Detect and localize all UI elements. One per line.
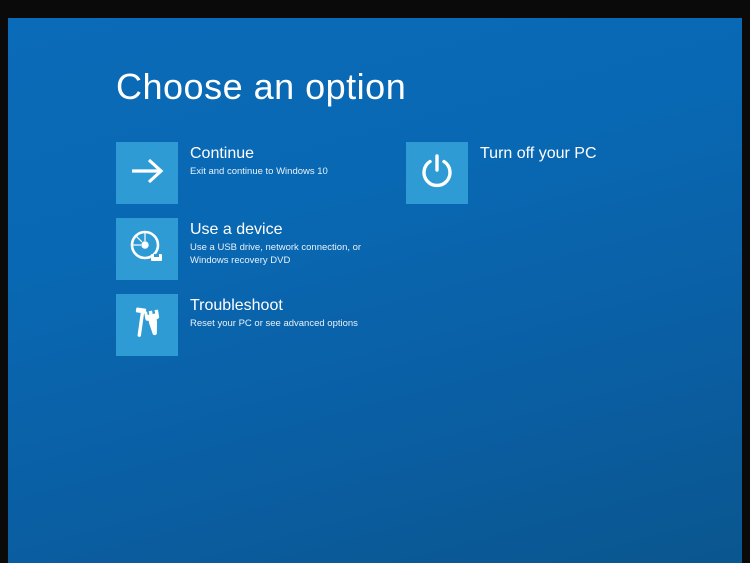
troubleshoot-tile: [116, 294, 178, 356]
troubleshoot-title: Troubleshoot: [190, 296, 358, 315]
disc-icon: [127, 227, 167, 272]
arrow-right-icon: [127, 151, 167, 196]
page-title: Choose an option: [116, 66, 742, 108]
troubleshoot-text: Troubleshoot Reset your PC or see advanc…: [190, 294, 358, 331]
use-device-text: Use a device Use a USB drive, network co…: [190, 218, 380, 268]
use-device-tile: [116, 218, 178, 280]
power-icon: [417, 151, 457, 196]
continue-desc: Exit and continue to Windows 10: [190, 166, 328, 179]
continue-option[interactable]: Continue Exit and continue to Windows 10: [116, 142, 396, 204]
recovery-screen: Choose an option Continue Exit and conti…: [8, 18, 742, 563]
turnoff-tile: [406, 142, 468, 204]
tools-icon: [127, 303, 167, 348]
continue-text: Continue Exit and continue to Windows 10: [190, 142, 328, 179]
troubleshoot-option[interactable]: Troubleshoot Reset your PC or see advanc…: [116, 294, 396, 356]
options-grid: Continue Exit and continue to Windows 10…: [116, 142, 742, 356]
troubleshoot-desc: Reset your PC or see advanced options: [190, 318, 358, 331]
use-device-title: Use a device: [190, 220, 380, 239]
use-device-desc: Use a USB drive, network connection, or …: [190, 242, 380, 268]
turnoff-option[interactable]: Turn off your PC: [406, 142, 686, 204]
turnoff-text: Turn off your PC: [480, 142, 597, 166]
use-device-option[interactable]: Use a device Use a USB drive, network co…: [116, 218, 396, 280]
turnoff-title: Turn off your PC: [480, 144, 597, 163]
continue-tile: [116, 142, 178, 204]
continue-title: Continue: [190, 144, 328, 163]
